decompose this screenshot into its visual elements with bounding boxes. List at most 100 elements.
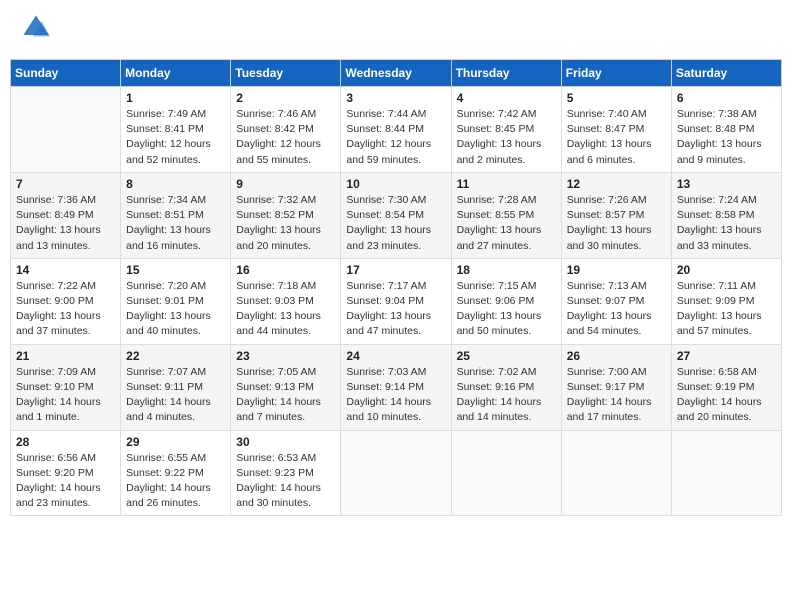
calendar-cell: 15Sunrise: 7:20 AM Sunset: 9:01 PM Dayli… (121, 258, 231, 344)
calendar-cell (561, 430, 671, 516)
day-number: 8 (126, 177, 225, 191)
day-number: 24 (346, 349, 445, 363)
day-number: 10 (346, 177, 445, 191)
day-info: Sunrise: 7:00 AM Sunset: 9:17 PM Dayligh… (567, 365, 666, 426)
day-header-friday: Friday (561, 60, 671, 87)
calendar-cell: 13 Sunrise: 7:24 AM Sunset: 8:58 PM Dayli… (671, 172, 781, 258)
calendar-cell: 21Sunrise: 7:09 AM Sunset: 9:10 PM Dayli… (11, 344, 121, 430)
day-number: 5 (567, 91, 666, 105)
calendar-cell: 12 Sunrise: 7:26 AM Sunset: 8:57 PM Dayli… (561, 172, 671, 258)
day-number: 28 (16, 435, 115, 449)
day-info: Sunrise: 6:56 AM Sunset: 9:20 PM Dayligh… (16, 451, 115, 512)
day-info: Sunrise: 7:15 AM Sunset: 9:06 PM Dayligh… (457, 279, 556, 340)
calendar-table: SundayMondayTuesdayWednesdayThursdayFrid… (10, 59, 782, 516)
calendar-cell: 5 Sunrise: 7:40 AM Sunset: 8:47 PM Daylig… (561, 87, 671, 173)
day-number: 16 (236, 263, 335, 277)
calendar-week-row: 14 Sunrise: 7:22 AM Sunset: 9:00 PM Dayli… (11, 258, 782, 344)
day-info: Sunrise: 7:03 AM Sunset: 9:14 PM Dayligh… (346, 365, 445, 426)
day-info: Sunrise: 6:58 AM Sunset: 9:19 PM Dayligh… (677, 365, 776, 426)
day-info: Sunrise: 7:24 AM Sunset: 8:58 PM Dayligh… (677, 193, 776, 254)
calendar-cell: 9 Sunrise: 7:32 AM Sunset: 8:52 PM Daylig… (231, 172, 341, 258)
calendar-cell (451, 430, 561, 516)
calendar-cell: 24 Sunrise: 7:03 AM Sunset: 9:14 PM Dayli… (341, 344, 451, 430)
calendar-cell: 22 Sunrise: 7:07 AM Sunset: 9:11 PM Dayli… (121, 344, 231, 430)
day-number: 11 (457, 177, 556, 191)
day-info: Sunrise: 7:42 AM Sunset: 8:45 PM Dayligh… (457, 107, 556, 168)
day-number: 22 (126, 349, 225, 363)
day-number: 4 (457, 91, 556, 105)
day-info: Sunrise: 7:02 AM Sunset: 9:16 PM Dayligh… (457, 365, 556, 426)
day-header-saturday: Saturday (671, 60, 781, 87)
calendar-cell: 1 Sunrise: 7:49 AM Sunset: 8:41 PM Daylig… (121, 87, 231, 173)
day-number: 3 (346, 91, 445, 105)
day-info: Sunrise: 7:13 AM Sunset: 9:07 PM Dayligh… (567, 279, 666, 340)
day-number: 26 (567, 349, 666, 363)
day-number: 9 (236, 177, 335, 191)
day-info: Sunrise: 7:07 AM Sunset: 9:11 PM Dayligh… (126, 365, 225, 426)
calendar-cell: 29 Sunrise: 6:55 AM Sunset: 9:22 PM Dayli… (121, 430, 231, 516)
calendar-header-row: SundayMondayTuesdayWednesdayThursdayFrid… (11, 60, 782, 87)
day-header-monday: Monday (121, 60, 231, 87)
page-header (10, 10, 782, 51)
calendar-cell: 18 Sunrise: 7:15 AM Sunset: 9:06 PM Dayli… (451, 258, 561, 344)
day-number: 13 (677, 177, 776, 191)
day-info: Sunrise: 7:44 AM Sunset: 8:44 PM Dayligh… (346, 107, 445, 168)
day-info: Sunrise: 7:36 AM Sunset: 8:49 PM Dayligh… (16, 193, 115, 254)
calendar-cell: 11 Sunrise: 7:28 AM Sunset: 8:55 PM Dayli… (451, 172, 561, 258)
calendar-cell: 27 Sunrise: 6:58 AM Sunset: 9:19 PM Dayli… (671, 344, 781, 430)
day-number: 19 (567, 263, 666, 277)
day-header-wednesday: Wednesday (341, 60, 451, 87)
day-info: Sunrise: 7:32 AM Sunset: 8:52 PM Dayligh… (236, 193, 335, 254)
day-number: 30 (236, 435, 335, 449)
day-info: Sunrise: 7:26 AM Sunset: 8:57 PM Dayligh… (567, 193, 666, 254)
day-info: Sunrise: 7:22 AM Sunset: 9:00 PM Dayligh… (16, 279, 115, 340)
calendar-cell: 26 Sunrise: 7:00 AM Sunset: 9:17 PM Dayli… (561, 344, 671, 430)
day-number: 1 (126, 91, 225, 105)
day-number: 29 (126, 435, 225, 449)
day-number: 27 (677, 349, 776, 363)
calendar-cell: 17Sunrise: 7:17 AM Sunset: 9:04 PM Dayli… (341, 258, 451, 344)
calendar-week-row: 1 Sunrise: 7:49 AM Sunset: 8:41 PM Daylig… (11, 87, 782, 173)
calendar-week-row: 28 Sunrise: 6:56 AM Sunset: 9:20 PM Dayli… (11, 430, 782, 516)
calendar-cell: 14 Sunrise: 7:22 AM Sunset: 9:00 PM Dayli… (11, 258, 121, 344)
day-number: 17 (346, 263, 445, 277)
calendar-cell: 23Sunrise: 7:05 AM Sunset: 9:13 PM Dayli… (231, 344, 341, 430)
day-number: 14 (16, 263, 115, 277)
day-info: Sunrise: 6:55 AM Sunset: 9:22 PM Dayligh… (126, 451, 225, 512)
calendar-cell (11, 87, 121, 173)
day-number: 7 (16, 177, 115, 191)
day-info: Sunrise: 7:49 AM Sunset: 8:41 PM Dayligh… (126, 107, 225, 168)
day-number: 23 (236, 349, 335, 363)
calendar-cell: 30 Sunrise: 6:53 AM Sunset: 9:23 PM Dayli… (231, 430, 341, 516)
day-info: Sunrise: 7:18 AM Sunset: 9:03 PM Dayligh… (236, 279, 335, 340)
day-number: 6 (677, 91, 776, 105)
calendar-cell: 16 Sunrise: 7:18 AM Sunset: 9:03 PM Dayli… (231, 258, 341, 344)
day-number: 2 (236, 91, 335, 105)
day-header-sunday: Sunday (11, 60, 121, 87)
calendar-cell: 4 Sunrise: 7:42 AM Sunset: 8:45 PM Daylig… (451, 87, 561, 173)
day-number: 12 (567, 177, 666, 191)
day-info: Sunrise: 6:53 AM Sunset: 9:23 PM Dayligh… (236, 451, 335, 512)
calendar-cell: 8 Sunrise: 7:34 AM Sunset: 8:51 PM Daylig… (121, 172, 231, 258)
day-info: Sunrise: 7:46 AM Sunset: 8:42 PM Dayligh… (236, 107, 335, 168)
calendar-week-row: 21Sunrise: 7:09 AM Sunset: 9:10 PM Dayli… (11, 344, 782, 430)
day-header-tuesday: Tuesday (231, 60, 341, 87)
logo-icon (22, 14, 50, 42)
day-info: Sunrise: 7:30 AM Sunset: 8:54 PM Dayligh… (346, 193, 445, 254)
day-info: Sunrise: 7:20 AM Sunset: 9:01 PM Dayligh… (126, 279, 225, 340)
day-info: Sunrise: 7:40 AM Sunset: 8:47 PM Dayligh… (567, 107, 666, 168)
calendar-cell: 19 Sunrise: 7:13 AM Sunset: 9:07 PM Dayli… (561, 258, 671, 344)
calendar-cell (341, 430, 451, 516)
calendar-cell: 25Sunrise: 7:02 AM Sunset: 9:16 PM Dayli… (451, 344, 561, 430)
day-info: Sunrise: 7:28 AM Sunset: 8:55 PM Dayligh… (457, 193, 556, 254)
day-number: 18 (457, 263, 556, 277)
calendar-cell: 20Sunrise: 7:11 AM Sunset: 9:09 PM Dayli… (671, 258, 781, 344)
day-info: Sunrise: 7:38 AM Sunset: 8:48 PM Dayligh… (677, 107, 776, 168)
day-header-thursday: Thursday (451, 60, 561, 87)
calendar-cell: 7 Sunrise: 7:36 AM Sunset: 8:49 PM Daylig… (11, 172, 121, 258)
calendar-week-row: 7 Sunrise: 7:36 AM Sunset: 8:49 PM Daylig… (11, 172, 782, 258)
calendar-cell: 10 Sunrise: 7:30 AM Sunset: 8:54 PM Dayli… (341, 172, 451, 258)
day-info: Sunrise: 7:34 AM Sunset: 8:51 PM Dayligh… (126, 193, 225, 254)
day-number: 21 (16, 349, 115, 363)
calendar-cell: 2 Sunrise: 7:46 AM Sunset: 8:42 PM Daylig… (231, 87, 341, 173)
